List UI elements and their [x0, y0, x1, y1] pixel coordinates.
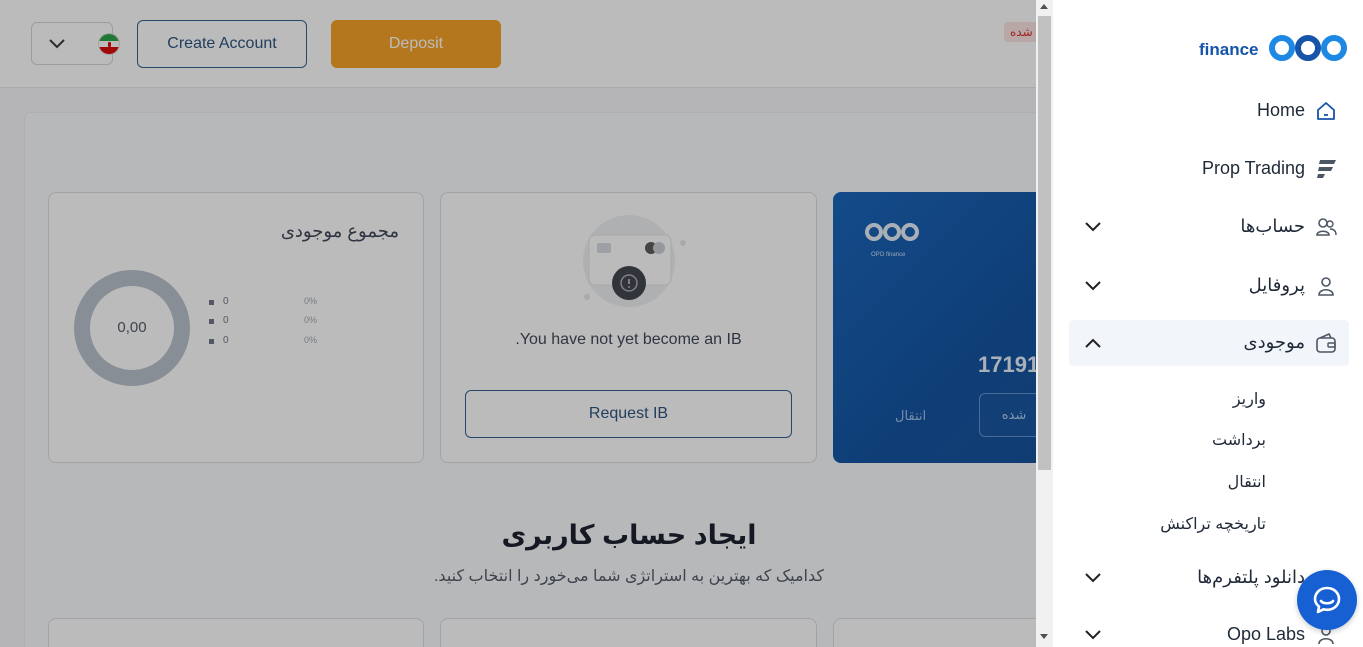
chat-button[interactable]: [1297, 570, 1357, 630]
chevron-down-icon: [1085, 281, 1101, 291]
sidebar: finance Home Prop Trading: [1053, 0, 1363, 647]
scrollbar-thumb[interactable]: [1038, 16, 1051, 470]
brand-logo[interactable]: finance: [1199, 30, 1349, 66]
sidebar-item-label: حساب‌ها: [1240, 216, 1305, 236]
chevron-down-icon: [1085, 222, 1101, 232]
sidebar-item-label: Prop Trading: [1201, 158, 1305, 178]
sidebar-item-prop-trading[interactable]: Prop Trading: [1069, 146, 1349, 192]
brand-text: finance: [1199, 40, 1259, 59]
user-icon: [1318, 277, 1334, 296]
prop-trading-icon: [1317, 160, 1336, 178]
users-icon: [1316, 218, 1337, 236]
chevron-down-icon: [1085, 573, 1101, 583]
sidebar-item-accounts[interactable]: حساب‌ها: [1069, 204, 1349, 250]
sidebar-item-label: دانلود پلتفرم‌ها: [1197, 567, 1305, 587]
home-icon: [1317, 102, 1335, 120]
main-content: Create Account Deposit شده مجموع موجودی …: [0, 0, 1036, 647]
chevron-down-icon: [1085, 630, 1101, 640]
modal-overlay[interactable]: [0, 0, 1036, 647]
wallet-subitem-deposit[interactable]: واریز: [1233, 389, 1266, 409]
wallet-icon: [1316, 332, 1336, 353]
chevron-up-icon: [1085, 338, 1101, 348]
wallet-subitem-history[interactable]: تاریخچه تراکنش: [1160, 514, 1266, 534]
scroll-down-arrow-icon[interactable]: [1040, 634, 1048, 639]
chat-icon: [1313, 586, 1341, 614]
sidebar-item-home[interactable]: Home: [1069, 88, 1349, 134]
sidebar-item-label: موجودی: [1243, 332, 1305, 352]
main-scrollbar[interactable]: [1036, 0, 1053, 647]
sidebar-item-label: Home: [1256, 100, 1305, 120]
wallet-subitem-transfer[interactable]: انتقال: [1228, 472, 1266, 492]
sidebar-item-wallet[interactable]: موجودی: [1069, 320, 1349, 366]
wallet-subitem-withdraw[interactable]: برداشت: [1212, 430, 1266, 450]
sidebar-item-profile[interactable]: پروفایل: [1069, 263, 1349, 309]
sidebar-item-label: Opo Labs: [1226, 624, 1305, 644]
sidebar-item-label: پروفایل: [1248, 275, 1305, 295]
scroll-up-arrow-icon[interactable]: [1040, 4, 1048, 9]
opo-logo-icon: [1269, 35, 1347, 61]
